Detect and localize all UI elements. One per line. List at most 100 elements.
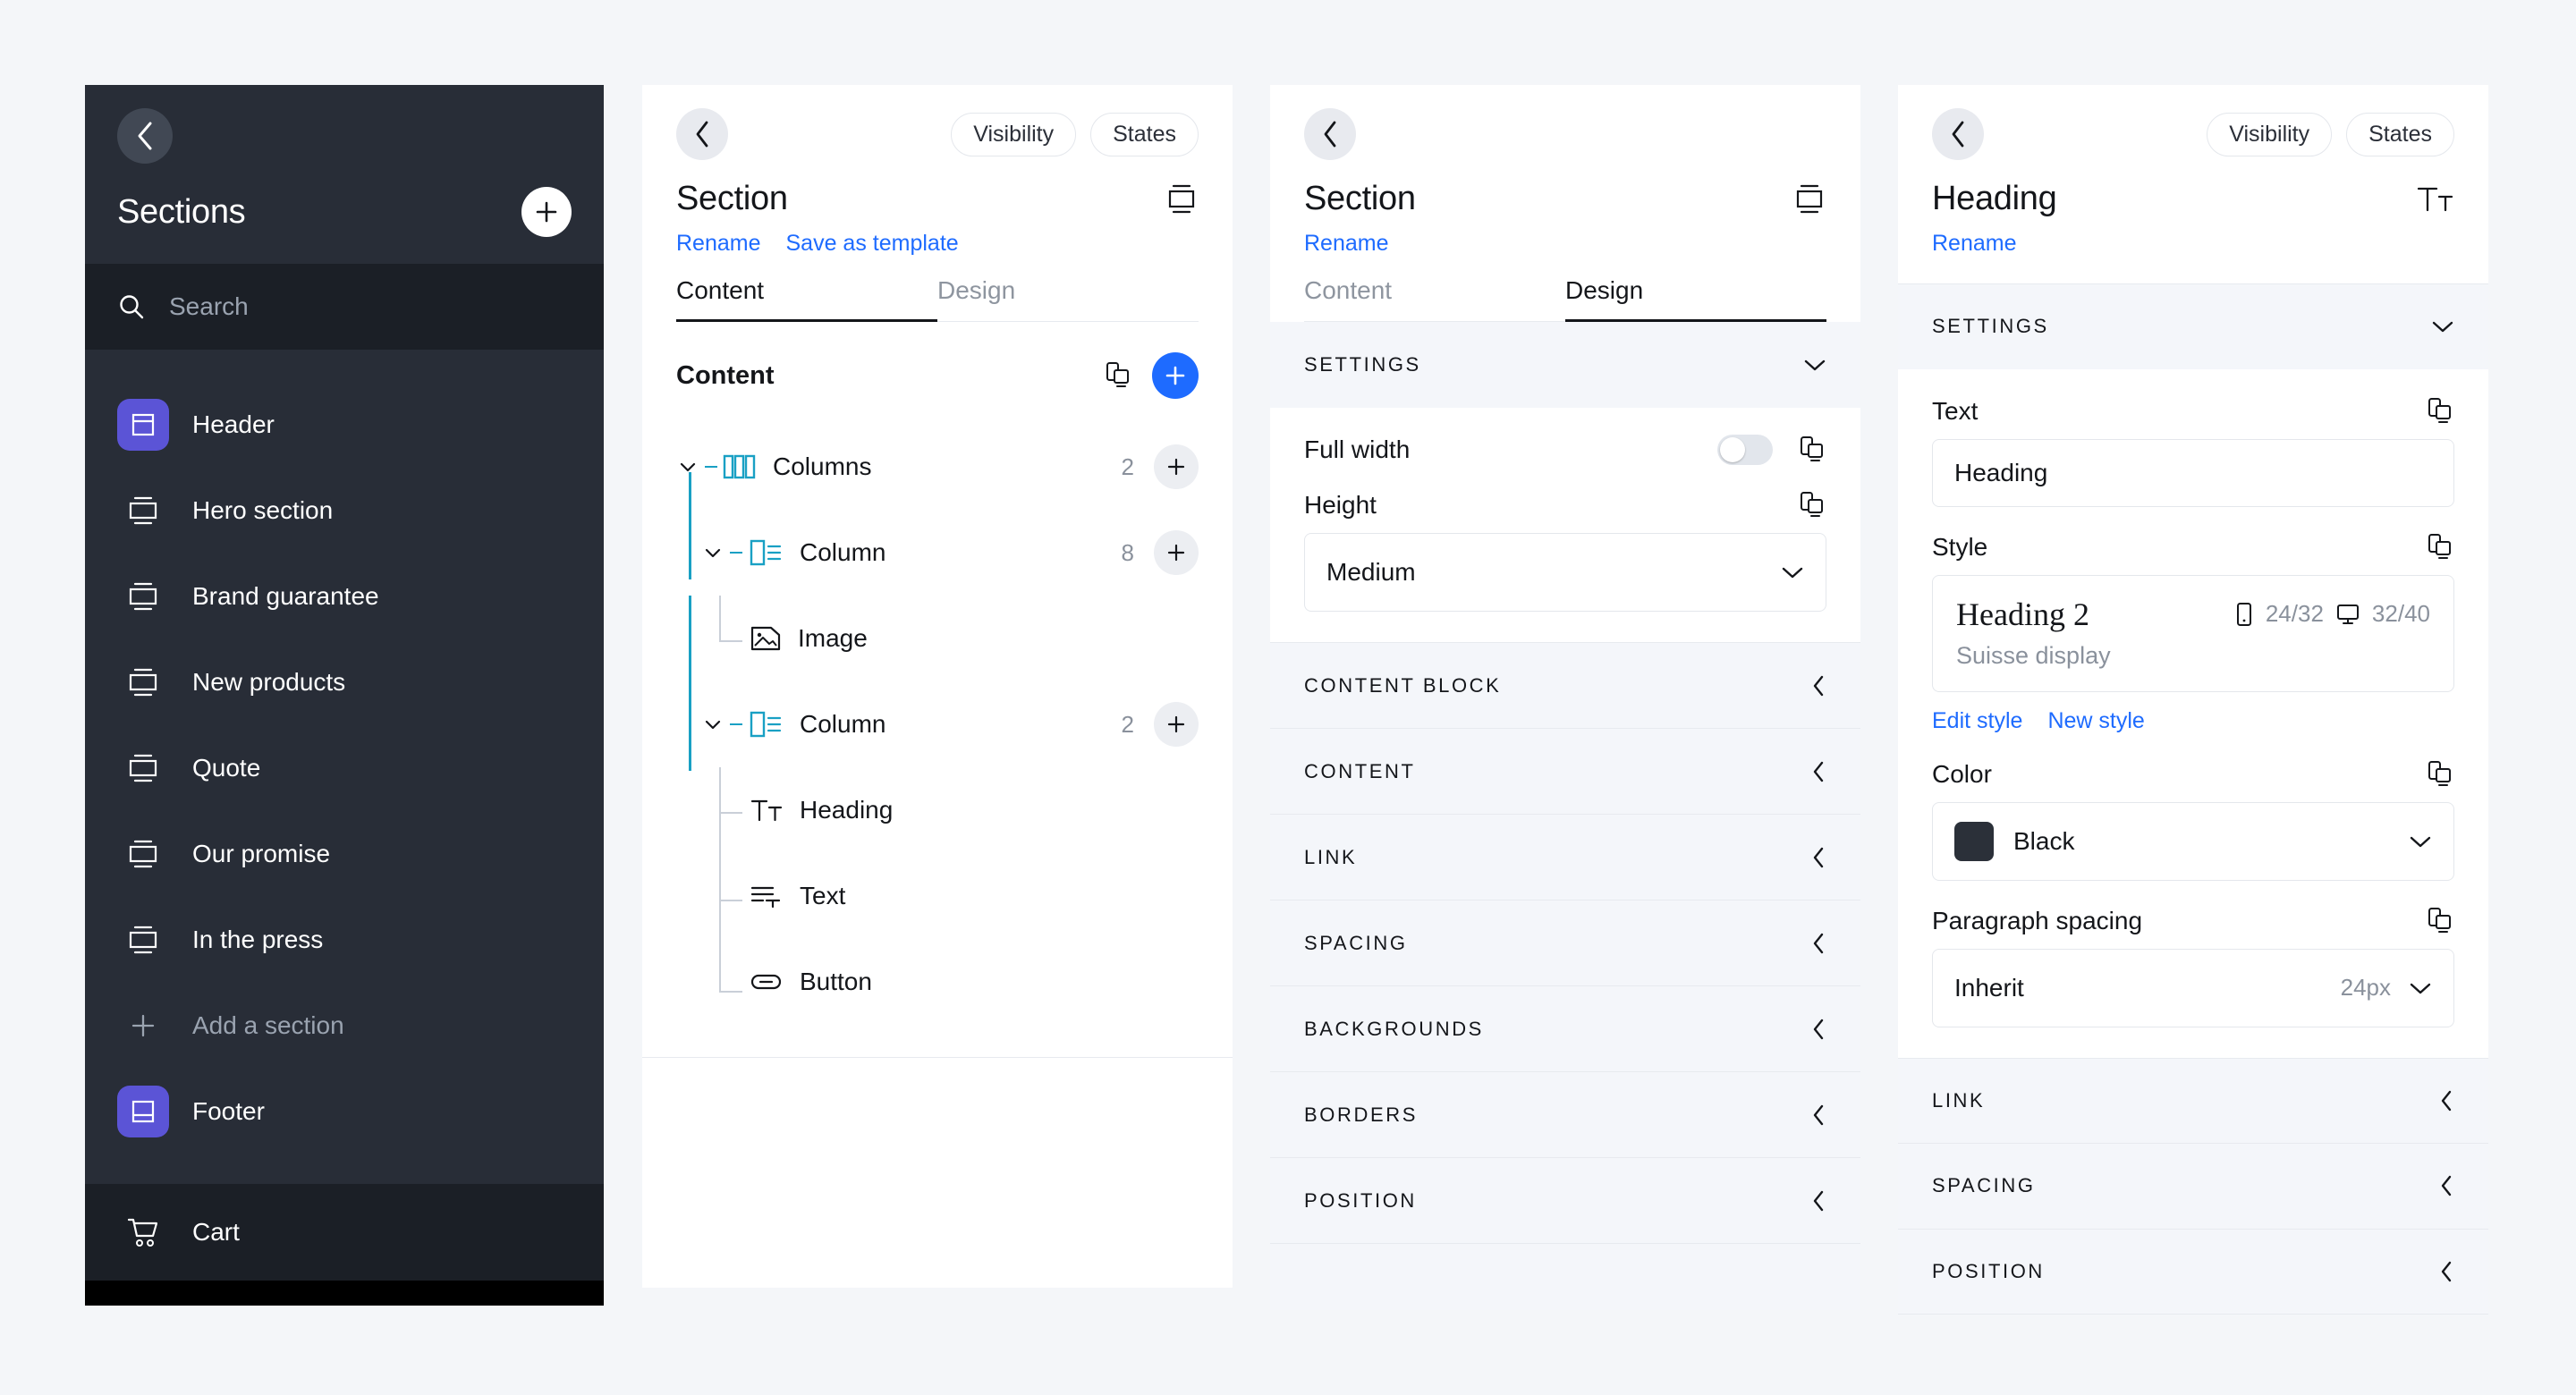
tab-content[interactable]: Content	[1304, 276, 1565, 322]
accordion-backgrounds[interactable]: BACKGROUNDS	[1270, 985, 1860, 1071]
add-child-button[interactable]	[1154, 530, 1199, 575]
add-a-section-button[interactable]: Add a section	[85, 983, 604, 1069]
accordion-label: CONTENT	[1304, 759, 1416, 782]
panel-tabs: Content Design	[676, 276, 1199, 322]
new-style-link[interactable]: New style	[2047, 708, 2144, 734]
section-content-header: Visibility States Section Rename Save as…	[642, 85, 1233, 322]
chevron-down-icon[interactable]	[701, 718, 724, 731]
panel-pill-group: Visibility States	[2207, 112, 2454, 156]
accordion-content[interactable]: CONTENT	[1270, 728, 1860, 814]
tab-content[interactable]: Content	[676, 276, 937, 322]
copy-to-device-icon[interactable]	[2424, 759, 2454, 790]
sidebar-item-cart[interactable]: Cart	[85, 1184, 604, 1281]
panel-tabs: Content Design	[1304, 276, 1826, 322]
chevron-left-icon	[1810, 932, 1826, 955]
sections-header: Sections	[85, 85, 604, 264]
style-metrics: 24/32 32/40	[2235, 600, 2430, 628]
copy-to-device-icon[interactable]	[1796, 435, 1826, 465]
tree-row-button[interactable]: Button	[676, 939, 1199, 1025]
copy-to-device-icon[interactable]	[1796, 490, 1826, 520]
accordion-link[interactable]: LINK	[1270, 814, 1860, 900]
accordion-settings[interactable]: SETTINGS	[1898, 283, 2488, 369]
chevron-down-icon[interactable]	[701, 546, 724, 559]
height-select[interactable]: Medium	[1304, 533, 1826, 612]
accordion-position[interactable]: POSITION	[1270, 1157, 1860, 1243]
accordion-borders[interactable]: BORDERS	[1270, 1071, 1860, 1157]
tree-row-label: Button	[800, 968, 872, 995]
sidebar-item-label: Header	[192, 410, 275, 438]
edit-style-link[interactable]: Edit style	[1932, 708, 2022, 734]
copy-to-device-icon[interactable]	[2424, 906, 2454, 936]
rename-link[interactable]: Rename	[676, 231, 761, 257]
tree-row-heading[interactable]: Heading	[676, 767, 1199, 853]
sidebar-item-label: Cart	[192, 1218, 240, 1246]
sidebar-item-label: Quote	[192, 754, 261, 782]
tree-row-text[interactable]: Text	[676, 853, 1199, 939]
paragraph-spacing-select[interactable]: Inherit 24px	[1932, 948, 2454, 1027]
tree-row-columns[interactable]: Columns 2	[676, 424, 1199, 510]
sidebar-item-footer[interactable]: Footer	[85, 1069, 604, 1154]
add-child-button[interactable]	[1154, 702, 1199, 747]
accordion-spacing[interactable]: SPACING	[1270, 900, 1860, 985]
copy-to-device-icon[interactable]	[2424, 532, 2454, 562]
style-preview-card[interactable]: Heading 2 24/32 32/40 Suisse display	[1932, 574, 2454, 692]
chevron-left-icon	[1810, 674, 1826, 698]
add-section-button[interactable]	[521, 187, 572, 237]
height-value: Medium	[1326, 558, 1416, 586]
copy-to-device-icon[interactable]	[2424, 396, 2454, 427]
accordion-settings[interactable]: SETTINGS	[1270, 322, 1860, 408]
back-button[interactable]	[117, 108, 173, 164]
image-icon	[750, 625, 782, 652]
tree-row-count: 8	[1121, 538, 1134, 566]
section-icon	[117, 485, 169, 537]
tab-design[interactable]: Design	[937, 276, 1199, 322]
back-button[interactable]	[1932, 108, 1984, 160]
visibility-button[interactable]: Visibility	[2207, 112, 2333, 156]
search-input[interactable]: Search	[169, 292, 249, 321]
chevron-left-icon	[135, 121, 155, 151]
accordion-position[interactable]: POSITION	[1898, 1228, 2488, 1314]
back-button[interactable]	[1304, 108, 1356, 160]
sidebar-item-brand-guarantee[interactable]: Brand guarantee	[85, 554, 604, 639]
text-field-label: Text	[1932, 396, 1979, 425]
states-button[interactable]: States	[2346, 112, 2454, 156]
sidebar-item-in-the-press[interactable]: In the press	[85, 897, 604, 983]
panel-filler	[1270, 1243, 1860, 1310]
search-bar[interactable]: Search	[85, 264, 604, 350]
sidebar-item-hero-section[interactable]: Hero section	[85, 468, 604, 554]
accordion-label: LINK	[1304, 845, 1358, 868]
sidebar-item-quote[interactable]: Quote	[85, 725, 604, 811]
states-button[interactable]: States	[1090, 112, 1199, 156]
text-input[interactable]: Heading	[1932, 438, 2454, 507]
app-stage: Sections Search Header Hero section Bran…	[0, 0, 2576, 1395]
accordion-spacing[interactable]: SPACING	[1898, 1143, 2488, 1229]
save-as-template-link[interactable]: Save as template	[786, 231, 959, 257]
header-spacer	[1932, 257, 2454, 283]
color-select[interactable]: Black	[1932, 801, 2454, 881]
tree-row-column-1[interactable]: Column 8	[676, 510, 1199, 596]
visibility-button[interactable]: Visibility	[951, 112, 1077, 156]
add-content-button[interactable]	[1152, 352, 1199, 399]
accordion-link[interactable]: LINK	[1898, 1057, 2488, 1143]
tree-row-label: Column	[800, 538, 886, 566]
paragraph-spacing-row: Paragraph spacing	[1932, 906, 2454, 936]
tree-row-column-2[interactable]: Column 2	[676, 681, 1199, 767]
style-sample-text: Heading 2	[1956, 596, 2089, 632]
sidebar-item-our-promise[interactable]: Our promise	[85, 811, 604, 897]
sidebar-item-label: Our promise	[192, 840, 331, 867]
rename-link[interactable]: Rename	[1932, 231, 2017, 257]
sidebar-item-label: New products	[192, 668, 346, 696]
sidebar-item-header[interactable]: Header	[85, 382, 604, 468]
sections-title-row: Sections	[117, 187, 572, 237]
back-button[interactable]	[676, 108, 728, 160]
accordion-content-block[interactable]: CONTENT BLOCK	[1270, 642, 1860, 728]
sidebar-item-new-products[interactable]: New products	[85, 639, 604, 725]
rename-link[interactable]: Rename	[1304, 231, 1389, 257]
add-child-button[interactable]	[1154, 444, 1199, 489]
accordion-label: POSITION	[1304, 1188, 1417, 1212]
full-width-toggle[interactable]	[1717, 435, 1773, 465]
chevron-down-icon[interactable]	[676, 461, 699, 473]
tree-row-image[interactable]: Image	[676, 596, 1199, 681]
tab-design[interactable]: Design	[1565, 276, 1826, 322]
copy-to-device-icon[interactable]	[1102, 360, 1132, 391]
